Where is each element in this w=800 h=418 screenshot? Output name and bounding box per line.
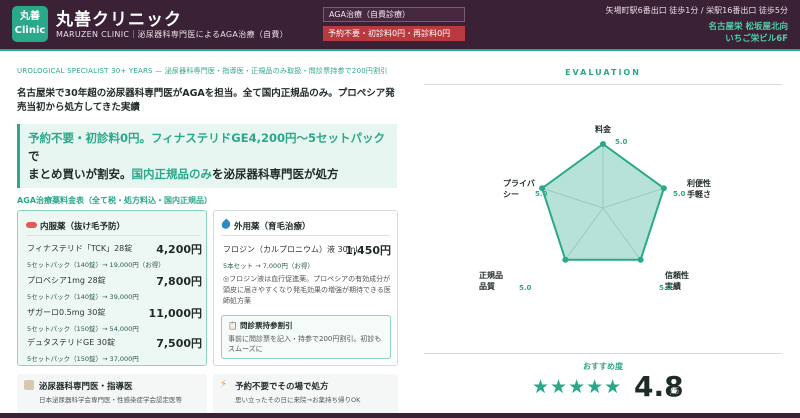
drug-pack: 5セットパック（150錠）→ 37,000円 [27, 355, 139, 363]
star-rating: ★★★★★ [532, 376, 623, 398]
radar-axis-label: プライバシー [503, 178, 535, 199]
drug-pack: 5セットパック（140錠）→ 19,000円（お得） [27, 261, 165, 269]
feature-specialist: 泌尿器科専門医・指導医 日本泌尿器科学会専門医・性感染症学会認定医等 [17, 374, 207, 418]
logo-line-1: 丸善 [20, 11, 40, 22]
clipboard-icon: 📋 [228, 321, 240, 330]
radar-point [637, 256, 644, 263]
recommend-label: おすすめ度 [583, 362, 623, 371]
hero-part-f: を泌尿器科専門医が処方 [212, 167, 339, 181]
drug-price: 1,450円 [345, 244, 391, 257]
radar-point [600, 141, 606, 147]
access-info: 矢場町駅6番出口 徒歩1分 / 栄駅16番出口 徒歩5分 [605, 6, 788, 15]
address-line-2: いちご栄ビル6F [725, 34, 788, 44]
drug-pack: 5セットパック（140錠）→ 39,000円 [27, 293, 139, 301]
frosin-note: ◎フロジン液は血行促進薬。プロペシアの有効成分が頭皮に届きやすくなり発毛効果の増… [223, 275, 391, 305]
radar-value-label: 5.0 [535, 190, 548, 198]
radar-point [660, 185, 667, 192]
card-divider [222, 235, 390, 236]
radar-axis-label: 利便性手軽さ [686, 178, 711, 199]
drug-pack: 5セットパック（150錠）→ 54,000円 [27, 325, 139, 333]
pill-icon [26, 222, 37, 228]
drug-price: 7,500円 [156, 337, 202, 350]
hero-part-b: 4,200円〜5セットパック [248, 131, 385, 145]
free-consultation-tag: 予約不要・初診料0円・再診料0円 [323, 26, 465, 41]
drug-name: フロジン（カルプロニウム）液 30ml [223, 245, 358, 254]
evaluation-radar-chart: 料金5.0利便性手軽さ5.0信頼性実績5.0正規品品質 5.0プライバシー 5.0 [479, 124, 711, 292]
clinic-name[interactable]: 丸善クリニック [56, 5, 182, 30]
drug-price: 7,800円 [156, 275, 202, 288]
radar-area [539, 141, 667, 263]
drug-name: ザガーロ0.5mg 30錠 [27, 308, 106, 317]
drug-price: 4,200円 [156, 243, 202, 256]
internal-heading: 内服薬（抜け毛予防） [26, 220, 125, 232]
radar-axis-label: 料金 [595, 124, 612, 134]
clinic-subtitle: MARUZEN CLINIC｜泌尿器科専門医によるAGA治療（自費） [56, 30, 289, 39]
evaluation-title: EVALUATION [565, 68, 641, 77]
feature-walk-in: ⚡ 予約不要でその場で処方 思い立ったその日に来院→お薬持ち帰りOK [213, 374, 398, 418]
external-heading-label: 外用薬（育毛治療） [234, 222, 311, 232]
external-medicine-card: 外用薬（育毛治療） フロジン（カルプロニウム）液 30ml 1,450円 5本セ… [213, 210, 398, 366]
hero-banner: 予約不要・初診料0円。フィナステリドGE4,200円〜5セットパックで まとめ買… [17, 124, 397, 188]
discount-title-label: 問診票持参割引 [239, 321, 293, 330]
drug-price: 11,000円 [148, 307, 202, 320]
drug-name: デュタステリドGE 30錠 [27, 338, 115, 347]
radar-axis-label: 正規品品質 [479, 270, 503, 291]
discount-box: 📋 問診票持参割引 事前に問診票を記入・持参で200円割引。初診もスムーズに [221, 315, 391, 359]
doctor-icon [24, 380, 34, 390]
header-divider [0, 49, 800, 51]
recommend-divider [424, 353, 782, 354]
hero-part-d: まとめ買いが割安。 [28, 167, 132, 181]
radar-value-label: 5.0 [673, 190, 686, 198]
droplet-icon [219, 218, 233, 231]
aga-treatment-tag: AGA治療（自費診療） [323, 7, 465, 22]
hero-part-e: 国内正規品のみ [131, 167, 213, 181]
address-line-1: 名古屋栄 松坂屋北向 [708, 22, 788, 32]
radar-value-area [540, 142, 666, 261]
hero-part-a: 予約不要・初診料0円。フィナステリドGE [28, 131, 249, 145]
feature-desc: 日本泌尿器科学会専門医・性感染症学会認定医等 [39, 396, 182, 404]
hero-part-c: で [28, 149, 40, 163]
radar-value-label: 5.0 [615, 138, 628, 146]
internal-heading-label: 内服薬（抜け毛予防） [40, 222, 126, 232]
drug-name: フィナステリド「TCK」28錠 [27, 244, 133, 253]
specialist-eyebrow: UROLOGICAL SPECIALIST 30+ YEARS — 泌尿器科専門… [17, 67, 388, 75]
feature-title: 予約不要でその場で処方 [235, 382, 329, 392]
evaluation-divider [424, 84, 782, 85]
internal-medicine-card: 内服薬（抜け毛予防） フィナステリド「TCK」28錠 4,200円 5セットパッ… [17, 210, 207, 366]
discount-desc: 事前に問診票を記入・持参で200円割引。初診もスムーズに [228, 335, 382, 353]
drug-pack: 5本セット → 7,000円（お得） [223, 262, 314, 270]
bottom-bar [0, 413, 800, 418]
hero-text: 予約不要・初診料0円。フィナステリドGE4,200円〜5セットパックで まとめ買… [28, 129, 389, 183]
radar-point [562, 256, 569, 263]
lightning-icon: ⚡ [220, 379, 228, 390]
discount-title: 📋 問診票持参割引 [228, 320, 384, 331]
site-header: 丸善 Clinic 丸善クリニック MARUZEN CLINIC｜泌尿器科専門医… [0, 0, 800, 49]
logo-line-2: Clinic [14, 25, 46, 36]
intro-lead: 名古屋栄で30年超の泌尿器科専門医がAGAを担当。全て国内正規品のみ。プロペシア… [17, 88, 395, 113]
external-heading: 外用薬（育毛治療） [219, 218, 311, 232]
radar-value-label: 5.0 [519, 284, 532, 292]
drug-name: プロペシア1mg 28錠 [27, 276, 106, 285]
feature-desc: 思い立ったその日に来院→お薬持ち帰りOK [235, 396, 361, 404]
score-max: /5 [670, 386, 680, 397]
feature-title: 泌尿器科専門医・指導医 [39, 382, 133, 392]
card-divider [26, 235, 200, 236]
radar-value-label: 5.0 [659, 284, 672, 292]
clinic-logo[interactable]: 丸善 Clinic [12, 6, 48, 42]
price-table-title: AGA治療薬料金表（全て税・処方料込・国内正規品） [17, 196, 212, 205]
